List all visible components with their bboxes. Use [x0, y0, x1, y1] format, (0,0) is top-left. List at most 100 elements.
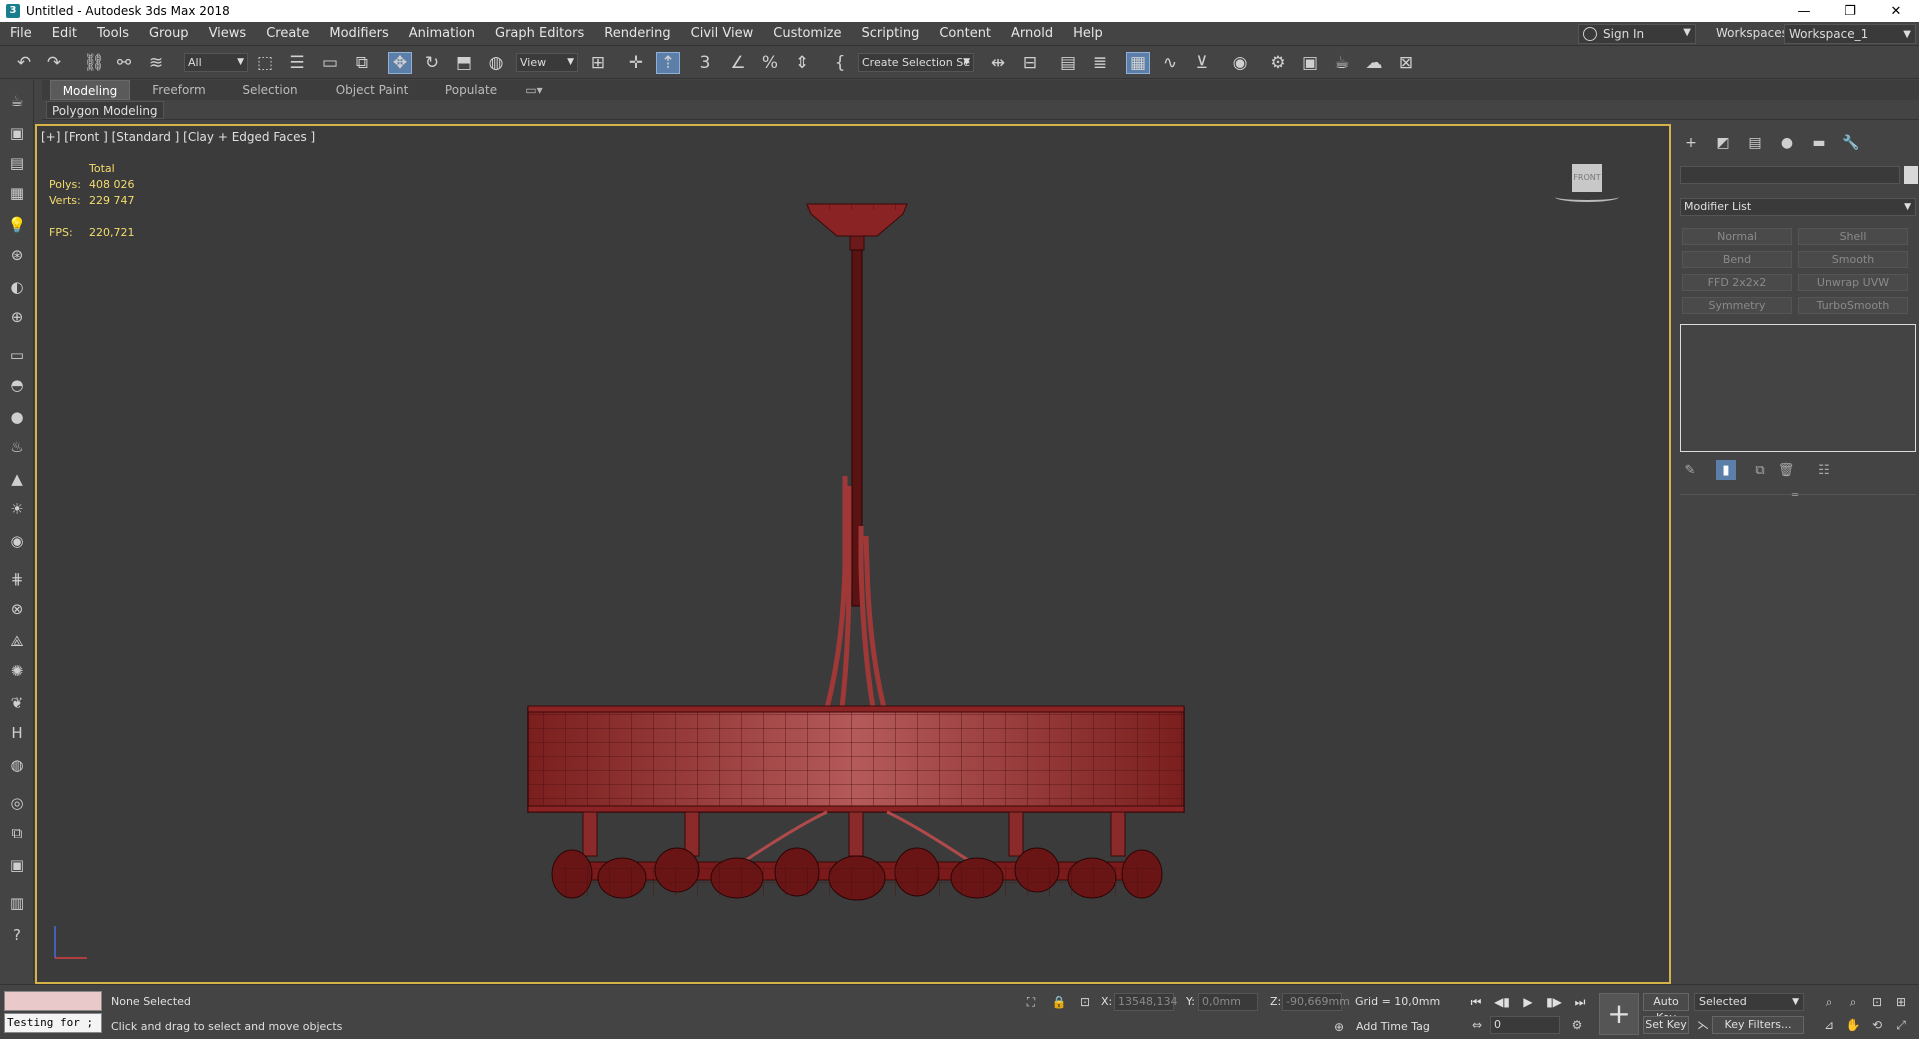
layer-explorer-icon[interactable]: ≣ [1088, 52, 1112, 74]
key-mode-toggle-icon[interactable]: ⇔ [1468, 1016, 1486, 1034]
sun-icon[interactable]: ☀ [6, 498, 28, 520]
menu-graph-editors[interactable]: Graph Editors [485, 22, 594, 46]
modifier-unwrap-uvw-button[interactable]: Unwrap UVW [1798, 274, 1908, 291]
play-icon[interactable]: ▶ [1518, 993, 1538, 1011]
polygon-modeling-button[interactable]: Polygon Modeling [46, 101, 164, 119]
menu-rendering[interactable]: Rendering [594, 22, 680, 46]
front-viewport[interactable]: [+] [Front ] [Standard ] [Clay + Edged F… [35, 124, 1671, 984]
hair-icon[interactable]: ❦ [6, 692, 28, 714]
spacewarp-icon[interactable]: ⊕ [6, 306, 28, 328]
show-end-result-icon[interactable]: ▮ [1716, 460, 1736, 480]
fur-icon[interactable]: ◍ [6, 754, 28, 776]
set-keys-button[interactable]: + [1599, 993, 1639, 1035]
help-icon[interactable]: ? [6, 924, 28, 946]
hf-icon[interactable]: H [6, 722, 28, 744]
named-selection-dropdown[interactable]: Create Selection Se ▼ [858, 53, 974, 72]
chandelier-model[interactable] [37, 126, 1671, 984]
motion-tab-icon[interactable]: ● [1776, 132, 1798, 154]
previous-frame-icon[interactable]: ◀▮ [1492, 993, 1512, 1011]
dynamics-icon[interactable]: ✺ [6, 660, 28, 682]
rectangular-region-icon[interactable]: ▭ [318, 52, 342, 74]
modifier-ffd-button[interactable]: FFD 2x2x2 [1682, 274, 1792, 291]
set-key-button[interactable]: Set Key [1643, 1016, 1689, 1034]
menu-edit[interactable]: Edit [42, 22, 87, 46]
hemisphere-icon[interactable]: ◓ [6, 374, 28, 396]
modifier-stack[interactable] [1680, 324, 1916, 452]
render-in-cloud-icon[interactable]: ⊠ [1394, 52, 1418, 74]
hierarchy-tab-icon[interactable]: ▤ [1744, 132, 1766, 154]
toggle-ribbon-icon[interactable]: ▦ [1126, 52, 1150, 74]
compound-icon[interactable]: ⟁ [6, 630, 28, 652]
remove-modifier-icon[interactable]: 🗑 [1776, 460, 1796, 480]
modifier-smooth-button[interactable]: Smooth [1798, 251, 1908, 268]
link-icon[interactable]: ⛓ [82, 52, 106, 74]
select-object-icon[interactable]: ⬚ [253, 52, 277, 74]
panel-grip-icon[interactable]: ═ [1792, 490, 1798, 501]
sort-list-icon[interactable]: ▤ [6, 152, 28, 174]
absolute-mode-icon[interactable]: ⊡ [1076, 993, 1094, 1011]
menu-views[interactable]: Views [199, 22, 257, 46]
tab-freeform[interactable]: Freeform [138, 80, 220, 100]
maximize-viewport-icon[interactable]: ⤢ [1892, 1016, 1910, 1034]
tab-selection[interactable]: Selection [228, 80, 312, 100]
menu-modifiers[interactable]: Modifiers [319, 22, 398, 46]
select-and-scale-icon[interactable]: ⬒ [452, 52, 476, 74]
zoom-icon[interactable]: ⌕ [1820, 993, 1838, 1011]
menu-customize[interactable]: Customize [763, 22, 851, 46]
render-setup-icon[interactable]: ⚙ [1266, 52, 1290, 74]
time-tag-icon[interactable]: ⊕ [1330, 1018, 1348, 1036]
selection-lock-icon[interactable]: 🔒 [1050, 993, 1068, 1011]
menu-file[interactable]: File [0, 22, 42, 46]
manipulate-icon[interactable]: ✛ [624, 52, 648, 74]
mirror-icon[interactable]: ⇹ [986, 52, 1010, 74]
keyboard-shortcut-override-icon[interactable]: ⇡ [656, 52, 680, 74]
current-frame-field[interactable]: 0 [1490, 1016, 1560, 1034]
reference-coordinate-dropdown[interactable]: View ▼ [516, 53, 578, 72]
select-and-rotate-icon[interactable]: ↻ [420, 52, 444, 74]
workspace-dropdown[interactable]: Workspace_1 ▼ [1784, 24, 1916, 44]
document-icon[interactable]: ▥ [6, 892, 28, 914]
scene-explorer-icon[interactable]: ▣ [6, 122, 28, 144]
object-color-swatch[interactable] [1904, 166, 1918, 184]
zoom-extents-all-icon[interactable]: ⊞ [1892, 993, 1910, 1011]
y-coordinate-field[interactable]: 0,0mm [1198, 993, 1258, 1011]
menu-civil-view[interactable]: Civil View [681, 22, 764, 46]
box-icon[interactable]: ▭ [6, 344, 28, 366]
window-crossing-icon[interactable]: ⧉ [350, 52, 374, 74]
scene-explorer-icon[interactable]: ▤ [1056, 52, 1080, 74]
unlink-icon[interactable]: ⚯ [112, 52, 136, 74]
modifier-list-dropdown[interactable]: Modifier List ▼ [1680, 198, 1916, 216]
display-tab-icon[interactable]: ▬ [1808, 132, 1830, 154]
snaps-toggle-icon[interactable]: 3 [693, 52, 717, 74]
bind-space-warp-icon[interactable]: ≋ [144, 52, 168, 74]
orbit-icon[interactable]: ⟲ [1868, 1016, 1886, 1034]
menu-arnold[interactable]: Arnold [1001, 22, 1063, 46]
menu-scripting[interactable]: Scripting [852, 22, 930, 46]
undo-icon[interactable]: ↶ [12, 52, 36, 74]
table-icon[interactable]: ▦ [6, 182, 28, 204]
select-and-place-icon[interactable]: ◍ [484, 52, 508, 74]
menu-help[interactable]: Help [1063, 22, 1113, 46]
light-icon[interactable]: 💡 [6, 214, 28, 236]
grid-icon[interactable]: ⋕ [6, 568, 28, 590]
object-name-field[interactable] [1680, 166, 1900, 184]
modify-tab-icon[interactable]: ◩ [1712, 132, 1734, 154]
helper-icon[interactable]: ◐ [6, 276, 28, 298]
sign-in-button[interactable]: Sign In ▼ [1578, 24, 1696, 44]
select-and-move-icon[interactable]: ✥ [388, 52, 412, 74]
key-tangent-icon[interactable]: ⋋ [1694, 1016, 1712, 1034]
menu-tools[interactable]: Tools [87, 22, 139, 46]
key-set-dropdown[interactable]: Selected ▼ [1694, 993, 1804, 1011]
modifier-normal-button[interactable]: Normal [1682, 228, 1792, 245]
schematic-view-icon[interactable]: ⊻ [1190, 52, 1214, 74]
edit-named-selection-icon[interactable]: { [828, 52, 852, 74]
menu-group[interactable]: Group [139, 22, 199, 46]
field-of-view-icon[interactable]: ⊿ [1820, 1016, 1838, 1034]
material-editor-icon[interactable]: ◉ [1228, 52, 1252, 74]
select-by-name-icon[interactable]: ☰ [285, 52, 309, 74]
particle-icon[interactable]: ⊗ [6, 598, 28, 620]
tab-object-paint[interactable]: Object Paint [322, 80, 422, 100]
angle-snap-icon[interactable]: ∠ [726, 52, 750, 74]
viewport-shading-icon[interactable]: ▣ [6, 854, 28, 876]
render-sphere-icon[interactable]: ◎ [6, 792, 28, 814]
